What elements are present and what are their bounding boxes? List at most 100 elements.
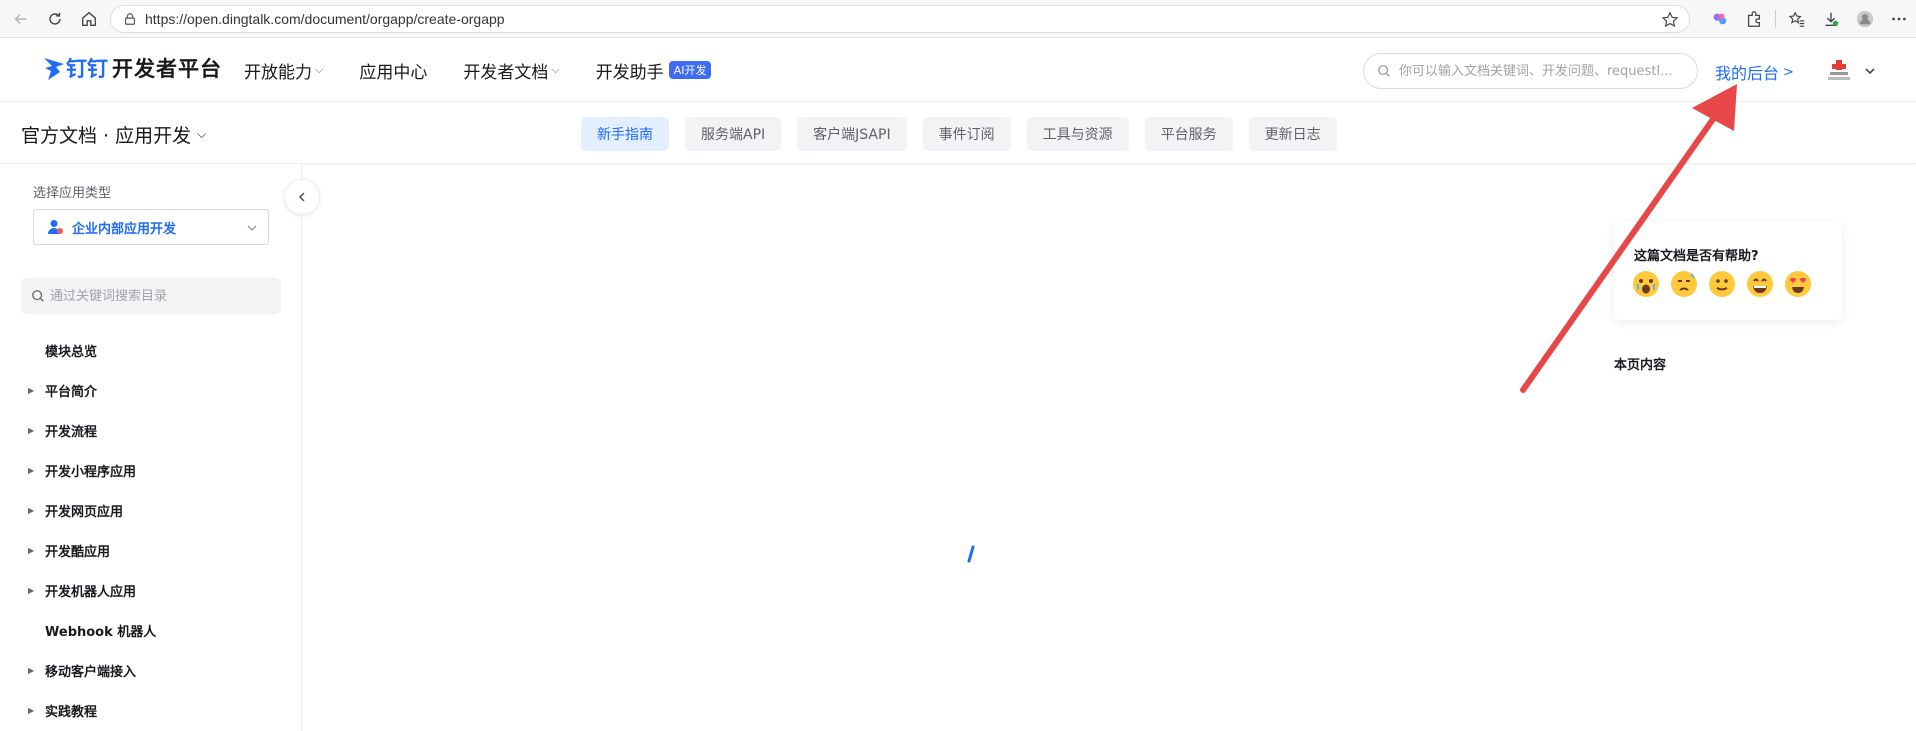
feedback-card: 这篇文档是否有帮助? [1614, 222, 1842, 320]
caret-right-icon[interactable]: ▶ [28, 386, 40, 395]
my-backend-label: 我的后台 [1715, 64, 1780, 83]
caret-right-icon[interactable]: ▶ [28, 466, 40, 475]
toc-item[interactable]: ▶ 开发小程序应用 [0, 450, 300, 490]
toc-item-label: 开发酷应用 [45, 544, 111, 560]
toc-item-label: Webhook 机器人 [45, 624, 157, 640]
my-backend-link[interactable]: 我的后台 > [1715, 60, 1794, 84]
copilot-button[interactable] [1703, 0, 1737, 38]
toc-search-input[interactable] [50, 288, 270, 304]
search-icon [1378, 65, 1390, 77]
heart-eyes-face-icon[interactable] [1784, 270, 1812, 298]
nav-open-capabilities[interactable]: 开放能力 ⌵ [244, 58, 323, 83]
favorites-list-icon [1788, 11, 1805, 27]
nav-label: 开放能力 [244, 62, 312, 83]
favorite-star-icon[interactable] [1661, 11, 1679, 29]
app-type-select[interactable]: 企业内部应用开发 [33, 209, 269, 245]
toc-item[interactable]: Webhook 机器人 [0, 610, 300, 650]
toc-item[interactable]: ▶ 平台简介 [0, 370, 300, 410]
nav-app-center[interactable]: 应用中心 [359, 58, 427, 83]
puzzle-icon [1747, 11, 1761, 27]
toc-search-box[interactable] [21, 278, 281, 314]
toc-item[interactable]: ▶ 开发流程 [0, 410, 300, 450]
toc-item-label: 模块总览 [45, 344, 98, 360]
user-menu[interactable] [1826, 58, 1876, 84]
profile-avatar-icon [1856, 10, 1874, 28]
tab-changelog[interactable]: 更新日志 [1248, 117, 1337, 151]
chevron-down-icon [247, 225, 257, 231]
tab-beginner-guide[interactable]: 新手指南 [581, 117, 669, 151]
tab-tools-resources[interactable]: 工具与资源 [1026, 117, 1129, 151]
sidebar-collapse-button[interactable] [284, 179, 320, 215]
nav-developer-docs[interactable]: 开发者文档 ⌵ [463, 58, 559, 83]
arrow-left-icon [14, 13, 27, 24]
nav-label: 开发者文档 [463, 62, 549, 83]
toc-item[interactable]: ▶ 开发酷应用 [0, 530, 300, 570]
sad-face-icon[interactable] [1670, 270, 1698, 298]
caret-right-icon[interactable]: ▶ [28, 666, 40, 675]
caret-right-icon[interactable]: ▶ [28, 586, 40, 595]
neutral-face-icon[interactable] [1708, 270, 1736, 298]
page-contents-heading: 本页内容 [1614, 358, 1667, 373]
doc-sidebar: 选择应用类型 企业内部应用开发 模块总览 ▶ 平台简介 ▶ 开发流程 ▶ 开发小程序应… [0, 164, 302, 731]
extensions-button[interactable] [1737, 0, 1771, 38]
toc-item-label: 移动客户端接入 [45, 664, 137, 680]
breadcrumb[interactable]: 官方文档 · 应用开发 ⌵ [21, 121, 206, 148]
copilot-icon [1713, 13, 1727, 25]
logo-platform-text: 开发者平台 [112, 57, 222, 81]
loading-spinner-icon [967, 545, 975, 563]
site-info-icon[interactable] [123, 12, 137, 26]
chevron-left-icon [298, 192, 305, 202]
profile-button[interactable] [1848, 0, 1882, 38]
chevron-down-icon: ⌵ [197, 127, 207, 141]
chevron-down-icon [1865, 68, 1875, 75]
caret-right-icon[interactable]: ▶ [28, 426, 40, 435]
url-text: https://open.dingtalk.com/document/orgap… [145, 11, 505, 27]
tab-server-api[interactable]: 服务端API [685, 117, 782, 151]
toc-item-label: 开发流程 [45, 424, 98, 440]
browser-menu-button[interactable] [1882, 0, 1916, 38]
chevron-right-icon: > [1783, 64, 1794, 80]
main-nav: 开放能力 ⌵ 应用中心 开发者文档 ⌵ 开发助手 AI开发 [244, 38, 747, 102]
tab-platform-services[interactable]: 平台服务 [1144, 117, 1233, 151]
caret-right-icon[interactable]: ▶ [28, 546, 40, 555]
toc-item[interactable]: ▶ 开发网页应用 [0, 490, 300, 530]
tab-client-jsapi[interactable]: 客户端JSAPI [797, 117, 907, 151]
toc-list: 模块总览 ▶ 平台简介 ▶ 开发流程 ▶ 开发小程序应用 ▶ 开发网页应用 ▶ 开发酷应用… [0, 330, 300, 730]
grinning-face-icon[interactable] [1746, 270, 1774, 298]
feedback-question: 这篇文档是否有帮助? [1634, 249, 1759, 264]
home-button[interactable] [76, 6, 102, 32]
address-bar[interactable]: https://open.dingtalk.com/document/orgap… [110, 5, 1690, 33]
nav-label: 应用中心 [359, 62, 428, 83]
toc-item[interactable]: ▶ 开发机器人应用 [0, 570, 300, 610]
caret-right-icon[interactable]: ▶ [28, 706, 40, 715]
toc-item-label: 平台简介 [45, 384, 98, 400]
enterprise-user-icon [48, 220, 63, 234]
toc-item-label: 实践教程 [45, 704, 98, 720]
browser-toolbar: https://open.dingtalk.com/document/orgap… [0, 0, 1916, 38]
doc-search-input[interactable] [1399, 63, 1689, 79]
dingtalk-logo[interactable]: 钉钉 开发者平台 [42, 52, 222, 84]
nav-label: 开发助手 [595, 62, 664, 83]
tab-event-subscription[interactable]: 事件订阅 [922, 117, 1011, 151]
caret-right-icon[interactable]: ▶ [28, 506, 40, 515]
search-icon [32, 290, 44, 302]
toolbar-divider [1775, 10, 1776, 28]
toc-item[interactable]: ▶ 实践教程 [0, 690, 300, 730]
logo-ding-text: 钉钉 [66, 57, 108, 81]
doc-search-box[interactable] [1363, 53, 1698, 89]
favorites-button[interactable] [1780, 0, 1814, 38]
back-button[interactable] [8, 6, 34, 32]
toc-item[interactable]: ▶ 移动客户端接入 [0, 650, 300, 690]
app-type-value: 企业内部应用开发 [72, 221, 177, 237]
browser-actions [1703, 0, 1916, 38]
home-icon [82, 11, 96, 26]
nav-dev-assistant[interactable]: 开发助手 AI开发 [596, 58, 712, 83]
crying-face-icon[interactable] [1632, 270, 1660, 298]
ai-badge: AI开发 [668, 61, 712, 79]
downloads-button[interactable] [1814, 0, 1848, 38]
reload-button[interactable] [42, 6, 68, 32]
site-header: 钉钉 开发者平台 开放能力 ⌵ 应用中心 开发者文档 ⌵ 开发助手 AI开发 我… [0, 38, 1916, 102]
toc-item[interactable]: 模块总览 [0, 330, 300, 370]
more-dots-icon [1892, 17, 1906, 21]
app-type-label: 选择应用类型 [33, 186, 112, 201]
